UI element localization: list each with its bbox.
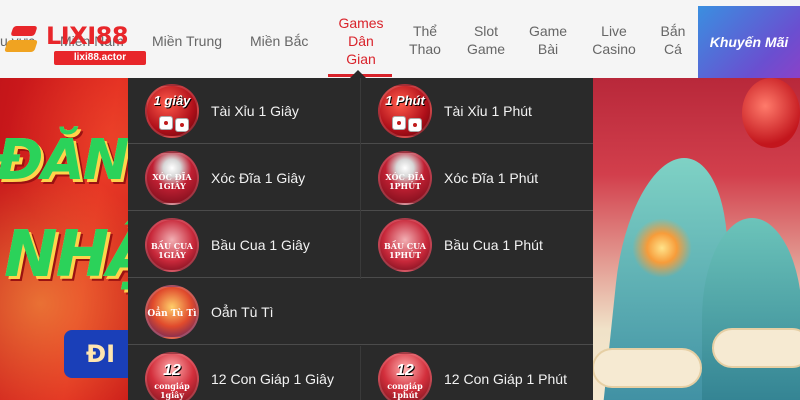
menu-item-tai-xiu-1-giay[interactable]: 1 giây Tài Xỉu 1 Giây (128, 78, 360, 144)
banner-right-artwork (592, 78, 800, 400)
menu-item-oan-tu-ti[interactable]: Oẳn Tù Tì Oẳn Tù Tì (128, 279, 360, 345)
nav-label-line: Games (338, 15, 384, 31)
nav-item-mien-bac[interactable]: Miền Bắc (250, 32, 308, 50)
nav-item-game-bai[interactable]: Game Bài (522, 22, 574, 58)
bau-cua-1-phut-icon: BẦU CUA 1PHÚT (378, 218, 432, 272)
tai-xiu-1-phut-icon: 1 Phút (378, 84, 432, 138)
menu-item-label: Xóc Đĩa 1 Phút (444, 170, 539, 186)
nav-label-line: Bắn (660, 23, 686, 39)
12-con-giap-1-phut-icon: 12 congiáp 1phút (378, 352, 432, 400)
column-divider (360, 346, 361, 400)
firework-icon (632, 218, 692, 278)
nav-label-line: Bài (537, 41, 559, 57)
nav-label-line: Slot (473, 23, 499, 39)
xoc-dia-1-giay-icon: XÓC ĐĨA 1GIÂY (145, 151, 199, 205)
nav-label-line: Gian (346, 51, 376, 67)
tai-xiu-1-giay-icon: 1 giây (145, 84, 199, 138)
mountain-shape (702, 218, 800, 400)
nav-label-line: Thể (412, 23, 438, 39)
menu-item-xoc-dia-1-phut[interactable]: XÓC ĐĨA 1PHÚT Xóc Đĩa 1 Phút (361, 145, 593, 211)
nav-label-line: Cá (664, 41, 682, 57)
menu-item-bau-cua-1-giay[interactable]: BẦU CUA 1GIÂY Bầu Cua 1 Giây (128, 212, 360, 278)
menu-item-label: Xóc Đĩa 1 Giây (211, 170, 306, 186)
nav-label-line: Dân (348, 33, 374, 49)
nav-label-line: Thao (409, 41, 441, 57)
logo-domain-label: lixi88.actor (54, 51, 146, 65)
nav-item-slot-game[interactable]: Slot Game (460, 22, 512, 58)
nav-item-live-casino[interactable]: Live Casino (586, 22, 642, 58)
dropdown-caret-icon (350, 70, 366, 78)
oan-tu-ti-icon: Oẳn Tù Tì (145, 285, 199, 339)
column-divider (360, 78, 361, 279)
banner-left-promo: ĐĂN NHẬ ĐI (0, 118, 157, 378)
menu-item-label: 12 Con Giáp 1 Phút (444, 371, 567, 387)
menu-item-label: 12 Con Giáp 1 Giây (211, 371, 334, 387)
nav-label-line: Casino (592, 41, 636, 57)
nav-label-line: Live (601, 23, 627, 39)
lantern-icon (742, 78, 800, 148)
nav-item-games-dan-gian[interactable]: Games Dân Gian (330, 14, 392, 68)
menu-item-bau-cua-1-phut[interactable]: BẦU CUA 1PHÚT Bầu Cua 1 Phút (361, 212, 593, 278)
menu-item-xoc-dia-1-giay[interactable]: XÓC ĐĨA 1GIÂY Xóc Đĩa 1 Giây (128, 145, 360, 211)
menu-item-label: Tài Xỉu 1 Phút (444, 103, 532, 119)
menu-item-label: Bầu Cua 1 Phút (444, 237, 543, 253)
banner-cta-button[interactable]: ĐI (64, 330, 138, 378)
menu-item-label: Tài Xỉu 1 Giây (211, 103, 299, 119)
12-con-giap-1-giay-icon: 12 congiáp 1giây (145, 352, 199, 400)
cloud-shape (712, 328, 800, 368)
menu-item-label: Oẳn Tù Tì (211, 304, 274, 320)
xoc-dia-1-phut-icon: XÓC ĐĨA 1PHÚT (378, 151, 432, 205)
nav-label-line: Game (466, 41, 506, 57)
logo-wordmark: LIXI88 (46, 22, 129, 50)
khuyen-mai-button[interactable]: Khuyến Mãi (698, 6, 800, 78)
bau-cua-1-giay-icon: BẦU CUA 1GIÂY (145, 218, 199, 272)
menu-item-12-con-giap-1-giay[interactable]: 12 congiáp 1giây 12 Con Giáp 1 Giây (128, 346, 360, 400)
games-dan-gian-dropdown: 1 giây Tài Xỉu 1 Giây 1 Phút Tài Xỉu 1 P… (128, 78, 593, 400)
nav-item-ban-ca[interactable]: Bắn Cá (654, 22, 692, 58)
menu-item-label: Bầu Cua 1 Giây (211, 237, 310, 253)
nav-label-line: Game (528, 23, 568, 39)
brand-logo[interactable]: LIXI88 lixi88.actor (0, 10, 150, 68)
logo-mark-icon (2, 24, 40, 62)
nav-item-the-thao[interactable]: Thể Thao (398, 22, 452, 58)
menu-item-12-con-giap-1-phut[interactable]: 12 congiáp 1phút 12 Con Giáp 1 Phút (361, 346, 593, 400)
menu-item-tai-xiu-1-phut[interactable]: 1 Phút Tài Xỉu 1 Phút (361, 78, 593, 144)
nav-item-mien-trung[interactable]: Miền Trung (152, 32, 222, 50)
cloud-shape (592, 348, 702, 388)
banner-word-1: ĐĂN (0, 128, 130, 193)
dropdown-row: Oẳn Tù Tì Oẳn Tù Tì (128, 279, 593, 345)
top-navigation-bar: u vực Miền Nam LIXI88 lixi88.actor Miền … (0, 0, 800, 78)
